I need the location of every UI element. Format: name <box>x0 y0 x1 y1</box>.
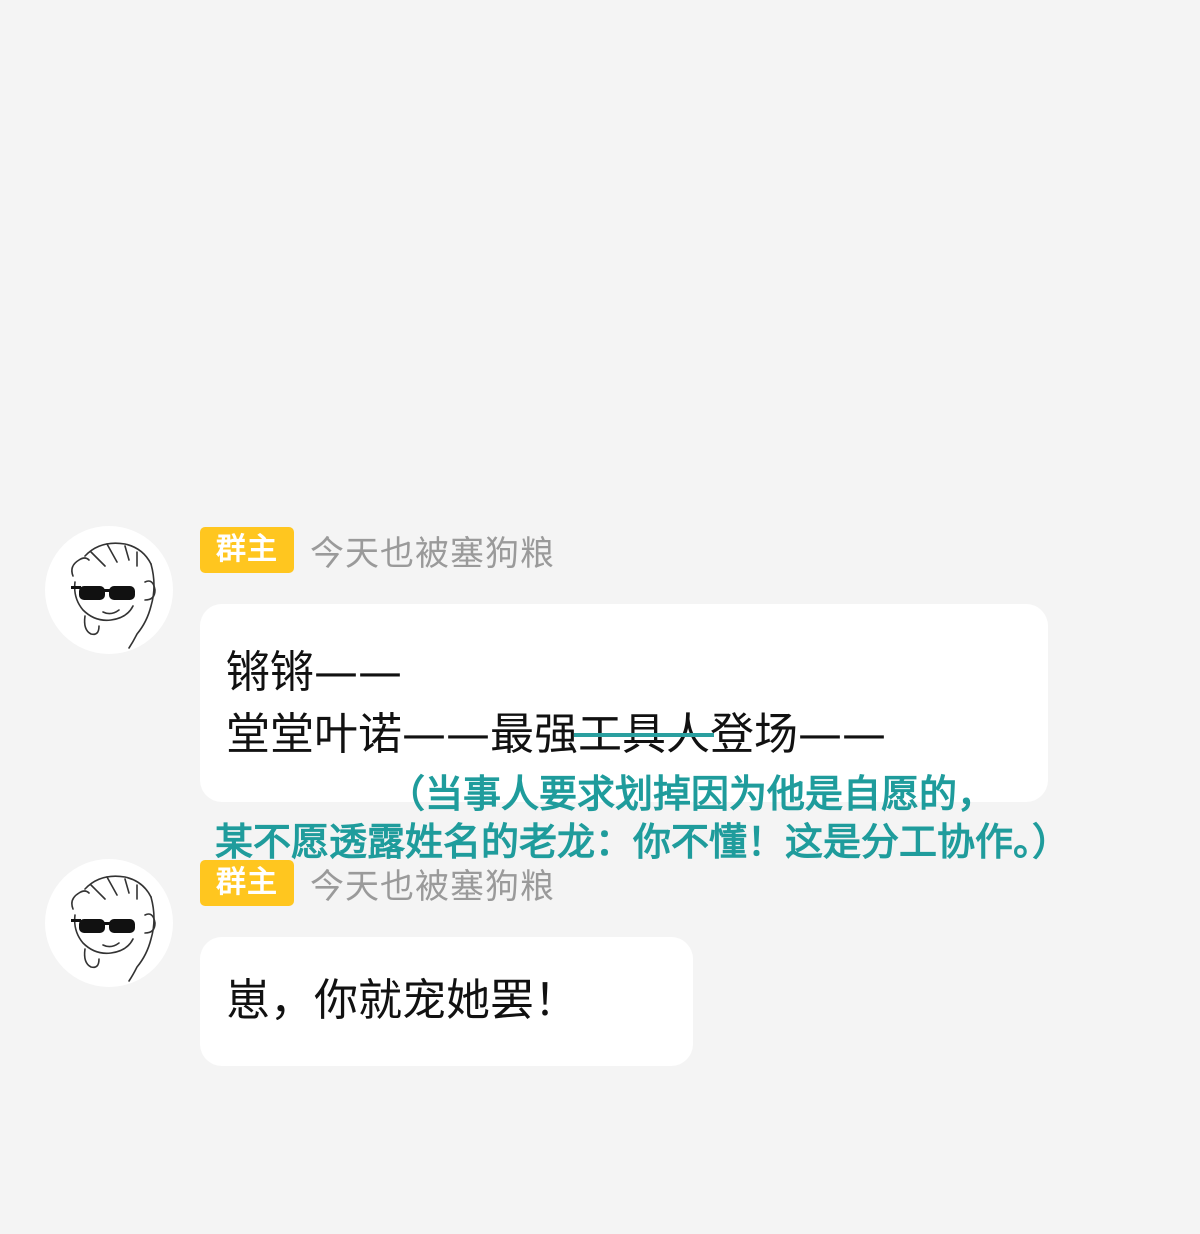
message-line: 崽，你就宠她罢！ <box>226 975 578 1026</box>
message-bubble[interactable]: 崽，你就宠她罢！ <box>200 937 693 1066</box>
sender-name[interactable]: 今天也被塞狗粮 <box>310 526 555 575</box>
sunglasses-cartoon-avatar-icon <box>71 875 156 982</box>
group-owner-badge: 群主 <box>200 860 294 906</box>
message-text: 堂堂叶诺——最强 <box>226 709 578 760</box>
sender-header: 群主 今天也被塞狗粮 <box>200 859 555 907</box>
message-text: 登场—— <box>710 709 886 760</box>
message-line: 锵锵—— <box>226 647 402 698</box>
annotation-note: （当事人要求划掉因为他是自愿的， <box>387 772 996 816</box>
sender-avatar[interactable] <box>45 859 173 987</box>
message-line: 堂堂叶诺——最强工具人登场—— <box>226 704 1048 766</box>
group-owner-badge: 群主 <box>200 527 294 573</box>
struck-through-text: 工具人 <box>574 704 714 766</box>
sender-header: 群主 今天也被塞狗粮 <box>200 526 555 574</box>
sender-name[interactable]: 今天也被塞狗粮 <box>310 859 555 908</box>
sender-avatar[interactable] <box>45 526 173 654</box>
sunglasses-cartoon-avatar-icon <box>71 542 156 649</box>
